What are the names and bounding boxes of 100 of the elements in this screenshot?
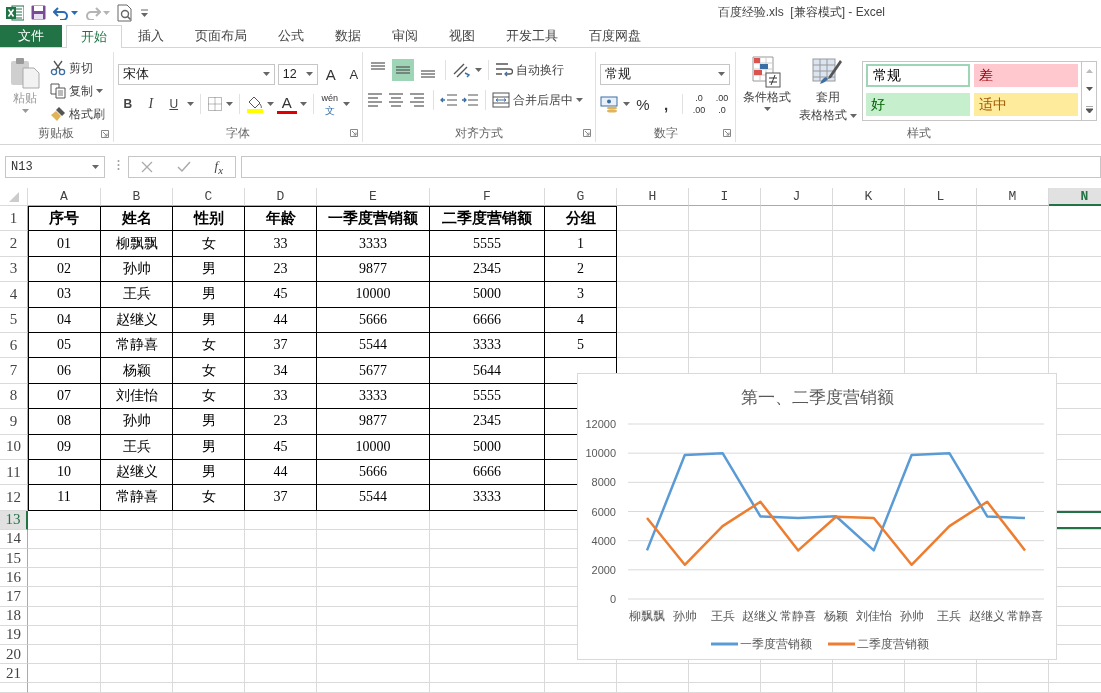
column-header[interactable]: J: [761, 188, 833, 206]
row-header[interactable]: 20: [0, 645, 28, 665]
dialog-launcher-icon[interactable]: [583, 129, 591, 137]
align-middle-button[interactable]: [391, 59, 414, 81]
ribbon-tab[interactable]: 页面布局: [180, 25, 262, 47]
comma-style-button[interactable]: ,: [656, 93, 676, 115]
caret-icon[interactable]: [718, 72, 725, 76]
ribbon-tab[interactable]: 百度网盘: [574, 25, 656, 47]
wrap-text-button[interactable]: 自动换行: [494, 59, 564, 81]
row-header[interactable]: 19: [0, 625, 28, 645]
dialog-launcher-icon[interactable]: [100, 129, 109, 138]
align-left-icon[interactable]: [366, 91, 385, 109]
caret-icon[interactable]: [71, 10, 78, 15]
increase-decimal-button[interactable]: .0 .00: [689, 93, 709, 115]
accounting-format-icon[interactable]: [600, 95, 620, 113]
row-header[interactable]: 13: [0, 510, 28, 530]
print-preview-icon[interactable]: [117, 3, 133, 22]
row-header[interactable]: 8: [0, 383, 28, 410]
row-header[interactable]: 7: [0, 358, 28, 384]
format-as-table-button[interactable]: 套用 表格格式: [796, 55, 860, 125]
font-size-dropdown[interactable]: 12: [277, 63, 318, 85]
row-header[interactable]: 9: [0, 409, 28, 435]
customize-menu-icon[interactable]: [140, 8, 149, 17]
caret-icon[interactable]: [225, 102, 233, 106]
caret-icon[interactable]: [262, 72, 270, 76]
phonetic-button[interactable]: wén 文: [319, 93, 340, 115]
column-header[interactable]: L: [905, 188, 977, 206]
row-header[interactable]: 14: [0, 529, 28, 550]
more-options-icon[interactable]: [117, 158, 120, 171]
column-header[interactable]: M: [977, 188, 1049, 206]
cut-button[interactable]: 剪切: [50, 57, 105, 79]
align-center-icon[interactable]: [387, 91, 406, 109]
column-header[interactable]: E: [317, 188, 430, 206]
undo-icon[interactable]: [53, 5, 69, 20]
grow-font-button[interactable]: A: [320, 63, 341, 85]
save-icon[interactable]: [31, 5, 46, 20]
row-header[interactable]: 15: [0, 549, 28, 569]
column-header[interactable]: G: [545, 188, 617, 206]
ribbon-tab[interactable]: 开发工具: [491, 25, 573, 47]
formula-input[interactable]: [241, 155, 1101, 178]
font-color-button[interactable]: A: [276, 93, 297, 114]
caret-icon[interactable]: [474, 68, 482, 72]
dialog-launcher-icon[interactable]: [349, 129, 358, 137]
cell-style-option[interactable]: 常规: [866, 64, 970, 87]
shrink-font-button[interactable]: A: [343, 63, 364, 85]
row-header[interactable]: 2: [0, 231, 28, 257]
row-header[interactable]: 18: [0, 606, 28, 626]
dialog-launcher-icon[interactable]: [723, 129, 731, 137]
column-header[interactable]: I: [689, 188, 761, 206]
more-styles-icon[interactable]: [1085, 105, 1093, 113]
ribbon-tab[interactable]: 审阅: [377, 25, 433, 47]
caret-icon[interactable]: [92, 164, 99, 169]
column-header[interactable]: F: [430, 188, 545, 206]
conditional-format-button[interactable]: 条件格式: [740, 55, 794, 125]
caret-icon[interactable]: [96, 89, 103, 93]
percent-button[interactable]: %: [633, 93, 653, 115]
font-name-dropdown[interactable]: 宋体: [117, 63, 275, 85]
row-header[interactable]: 10: [0, 434, 28, 460]
excel-logo-icon[interactable]: [6, 4, 24, 21]
number-format-dropdown[interactable]: 常规: [600, 63, 730, 85]
ribbon-tab[interactable]: 公式: [263, 25, 319, 47]
column-header[interactable]: D: [245, 188, 317, 206]
row-header[interactable]: 3: [0, 256, 28, 283]
row-header[interactable]: 16: [0, 568, 28, 588]
row-header[interactable]: 11: [0, 459, 28, 486]
caret-icon[interactable]: [21, 109, 29, 113]
italic-button[interactable]: I: [140, 93, 161, 115]
row-header[interactable]: 6: [0, 332, 28, 359]
ribbon-tab[interactable]: 文件: [0, 25, 62, 47]
row-header[interactable]: 12: [0, 485, 28, 511]
ribbon-tab[interactable]: 插入: [123, 25, 179, 47]
format-painter-button[interactable]: 格式刷: [50, 103, 105, 125]
row-header[interactable]: 5: [0, 307, 28, 333]
caret-icon[interactable]: [850, 113, 857, 118]
ribbon-tab[interactable]: 数据: [320, 25, 376, 47]
caret-icon[interactable]: [342, 102, 350, 106]
decrease-indent-icon[interactable]: [439, 92, 458, 108]
column-header[interactable]: K: [833, 188, 905, 206]
cell-style-option[interactable]: 差: [974, 64, 1078, 87]
ribbon-tab[interactable]: 开始: [66, 25, 122, 48]
merge-center-button[interactable]: 合并后居中: [491, 89, 573, 111]
fill-bucket-icon[interactable]: [245, 95, 264, 113]
caret-icon[interactable]: [299, 102, 307, 106]
caret-icon[interactable]: [266, 102, 274, 106]
bold-button[interactable]: B: [117, 93, 138, 115]
increase-indent-icon[interactable]: [460, 92, 479, 108]
ribbon-tab[interactable]: 视图: [434, 25, 490, 47]
caret-icon[interactable]: [305, 72, 313, 76]
caret-icon[interactable]: [186, 102, 194, 106]
row-header[interactable]: 21: [0, 664, 28, 684]
text-orientation-icon[interactable]: [451, 62, 472, 78]
column-header[interactable]: N: [1049, 188, 1101, 206]
caret-icon[interactable]: [763, 107, 771, 111]
column-header[interactable]: A: [28, 188, 101, 206]
scroll-down-icon[interactable]: [1085, 87, 1093, 92]
name-box[interactable]: N13: [5, 155, 105, 178]
cell-style-option[interactable]: 适中: [974, 93, 1078, 116]
row-header[interactable]: 4: [0, 282, 28, 308]
underline-button[interactable]: U: [163, 93, 184, 115]
align-right-icon[interactable]: [408, 91, 427, 109]
